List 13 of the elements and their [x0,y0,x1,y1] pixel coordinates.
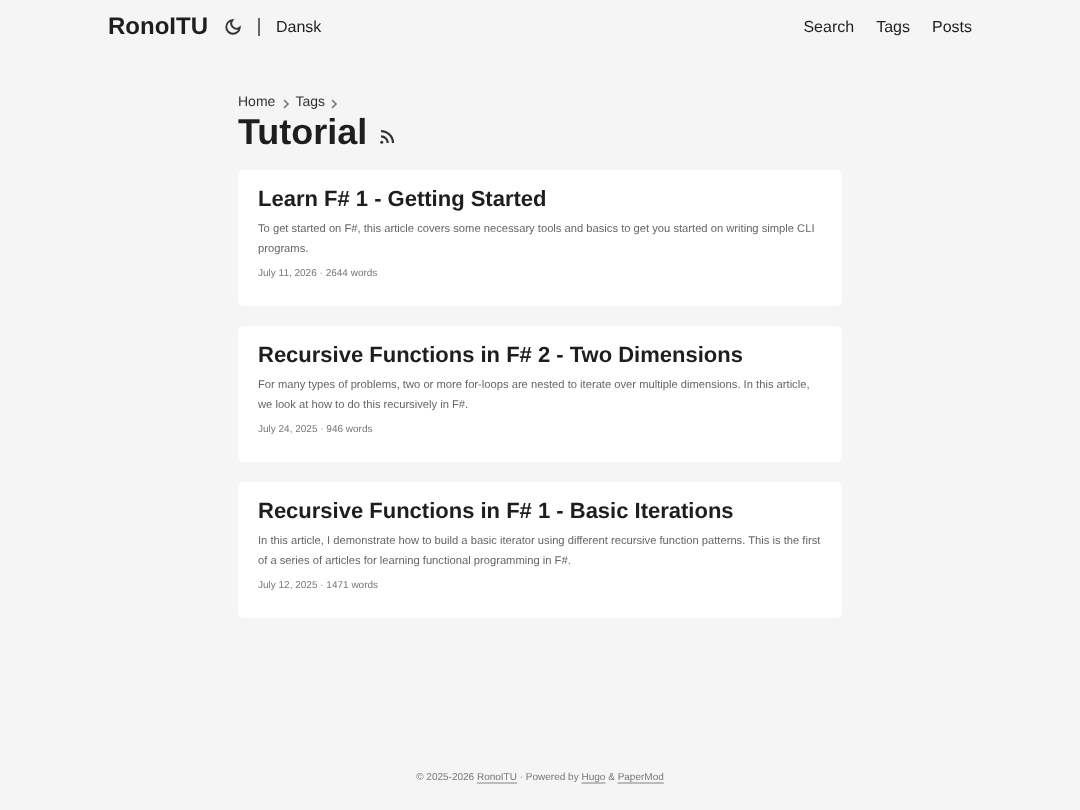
chevron-icon [281,97,290,109]
chevron-icon [330,97,339,109]
language-link[interactable]: Dansk [276,17,322,35]
post-title: Recursive Functions in F# 1 - Basic Iterations [258,500,736,524]
site-logo[interactable]: RonoITU [108,12,208,40]
post-title: Learn F# 1 - Getting Started [258,188,549,212]
nav-link[interactable]: Posts [931,17,972,35]
rss-icon[interactable] [377,128,396,146]
nav-link[interactable]: Tags [876,17,910,35]
page-title: Tutorial [238,112,368,154]
moon-icon[interactable] [224,17,242,35]
nav-link[interactable]: Search [803,17,855,35]
post-title: Recursive Functions in F# 2 - Two Dimensions [258,344,745,368]
